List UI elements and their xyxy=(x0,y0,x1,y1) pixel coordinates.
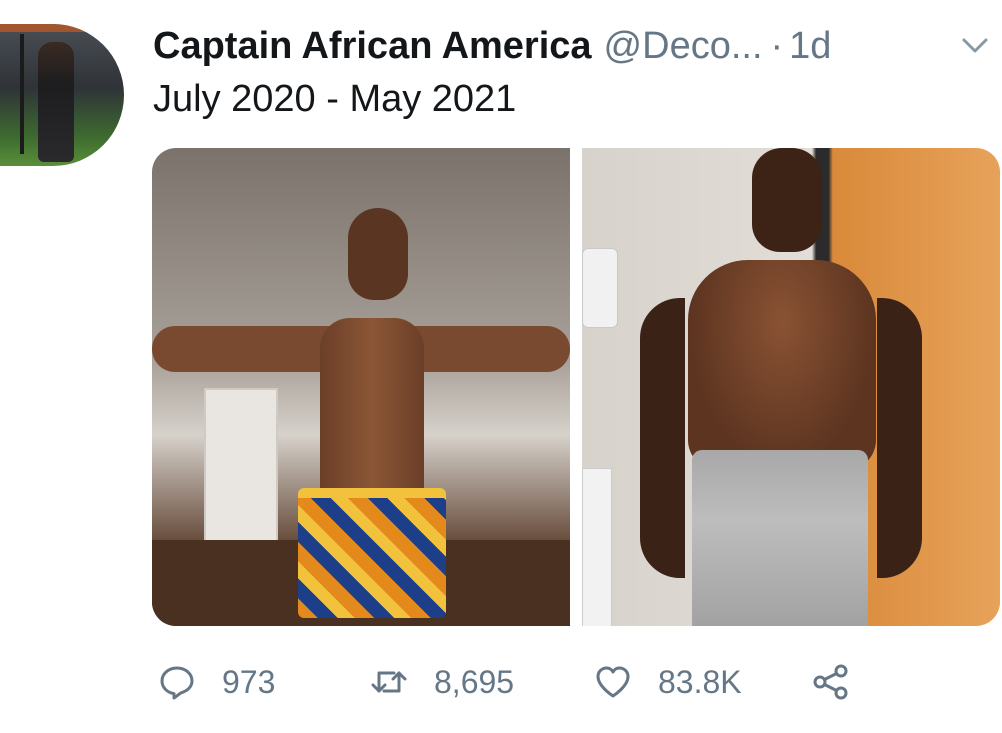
photo-cabinet xyxy=(582,468,612,626)
share-icon xyxy=(813,664,848,700)
author-avatar[interactable] xyxy=(0,24,124,166)
reply-icon xyxy=(160,666,194,700)
tweet-header: Captain African America @Deco... · 1d xyxy=(153,20,831,72)
tweet-media[interactable] xyxy=(152,148,1000,626)
author-name[interactable]: Captain African America xyxy=(153,25,592,68)
photo-head xyxy=(348,208,408,300)
retweet-count: 8,695 xyxy=(434,663,515,700)
heart-icon xyxy=(596,666,630,698)
tweet-actions: 973 8,695 83.8K xyxy=(152,650,1000,714)
photo-dispenser xyxy=(582,248,618,328)
like-count: 83.8K xyxy=(658,663,742,700)
retweet-button[interactable]: 8,695 xyxy=(370,650,514,714)
reply-button[interactable]: 973 xyxy=(158,650,275,714)
photo-head xyxy=(752,148,822,252)
photo-shorts xyxy=(298,488,446,618)
photo-torso xyxy=(688,260,876,470)
retweet-icon xyxy=(371,671,407,693)
before-photo[interactable] xyxy=(152,148,570,626)
photo-pants xyxy=(692,450,868,626)
reply-count: 973 xyxy=(222,663,276,700)
chevron-down-icon[interactable] xyxy=(958,30,992,60)
separator-dot: · xyxy=(770,24,784,67)
avatar-person xyxy=(38,42,74,162)
author-handle[interactable]: @Deco... xyxy=(604,25,763,68)
photo-torso xyxy=(320,318,424,498)
share-button[interactable] xyxy=(812,650,850,714)
like-button[interactable]: 83.8K xyxy=(594,650,742,714)
photo-door xyxy=(204,388,278,542)
tweet-text: July 2020 - May 2021 xyxy=(153,78,517,120)
avatar-background-detail xyxy=(0,24,124,32)
avatar-background-detail xyxy=(20,34,24,154)
after-photo[interactable] xyxy=(582,148,1000,626)
tweet-timestamp[interactable]: 1d xyxy=(789,25,831,68)
